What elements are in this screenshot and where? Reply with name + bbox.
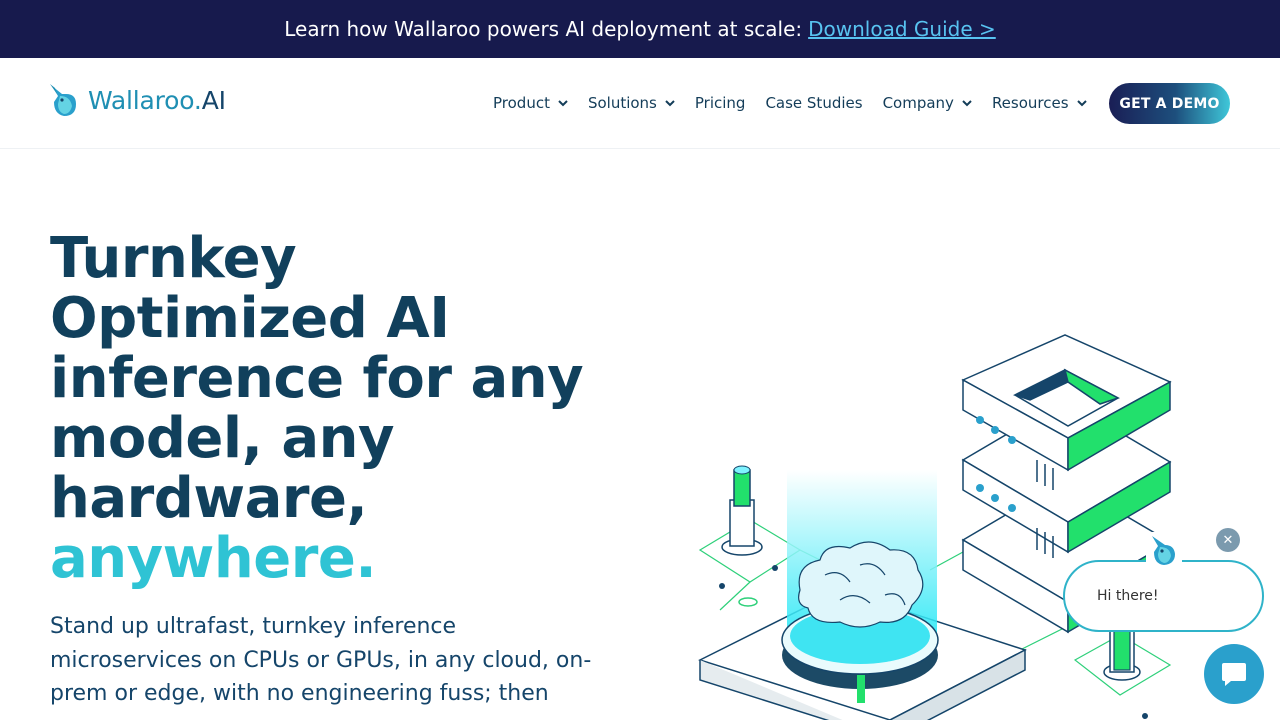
nav-item-label: Company bbox=[882, 94, 954, 112]
nav-item-company[interactable]: Company bbox=[883, 94, 972, 112]
nav-item-solutions[interactable]: Solutions bbox=[588, 94, 675, 112]
chat-close-button[interactable]: ✕ bbox=[1216, 528, 1240, 552]
nav-item-label: Pricing bbox=[694, 94, 746, 112]
hero-title-line: Optimized AI bbox=[50, 286, 450, 351]
main-nav: Product Solutions Pricing Case Studies C… bbox=[493, 58, 1107, 148]
site-header: Wallaroo.AI Product Solutions Pricing Ca… bbox=[0, 58, 1280, 149]
hero-title-line: hardware, bbox=[50, 466, 368, 531]
nav-item-pricing[interactable]: Pricing bbox=[695, 94, 746, 112]
hero-title-line: Turnkey bbox=[50, 226, 297, 291]
hero-subtitle: Stand up ultrafast, turnkey inference mi… bbox=[50, 614, 592, 706]
kangaroo-mascot-icon bbox=[1146, 532, 1182, 568]
close-icon: ✕ bbox=[1222, 532, 1234, 548]
hero-title: Turnkey Optimized AI inference for any m… bbox=[50, 229, 650, 589]
chat-greeting-text: Hi there! bbox=[1097, 588, 1159, 604]
nav-item-label: Product bbox=[493, 94, 550, 112]
chevron-down-icon bbox=[558, 100, 568, 107]
announcement-banner: Learn how Wallaroo powers AI deployment … bbox=[0, 0, 1280, 58]
logo[interactable]: Wallaroo.AI bbox=[48, 80, 226, 120]
hero-title-accent: anywhere. bbox=[50, 526, 377, 591]
get-a-demo-button[interactable]: GET A DEMO bbox=[1109, 83, 1230, 124]
chat-greeting-bubble[interactable]: Hi there! bbox=[1063, 560, 1264, 632]
chevron-down-icon bbox=[962, 100, 972, 107]
chevron-down-icon bbox=[665, 100, 675, 107]
nav-item-label: Case Studies bbox=[765, 94, 863, 112]
nav-item-case-studies[interactable]: Case Studies bbox=[765, 94, 862, 112]
logo-text: Wallaroo.AI bbox=[88, 85, 226, 115]
nav-item-product[interactable]: Product bbox=[493, 94, 568, 112]
hero-title-line: model, any bbox=[50, 406, 395, 471]
hero-title-line: inference for any bbox=[50, 346, 584, 411]
nav-item-resources[interactable]: Resources bbox=[992, 94, 1087, 112]
chat-launcher-button[interactable] bbox=[1204, 644, 1264, 704]
nav-item-label: Resources bbox=[991, 94, 1069, 112]
chat-bubble-icon bbox=[1222, 663, 1246, 686]
download-guide-link[interactable]: Download Guide > bbox=[808, 17, 996, 41]
chevron-down-icon bbox=[1076, 100, 1087, 107]
nav-item-label: Solutions bbox=[587, 94, 657, 112]
kangaroo-logo-icon bbox=[50, 84, 76, 116]
server-brain-illustration-icon bbox=[698, 334, 1172, 720]
banner-text: Learn how Wallaroo powers AI deployment … bbox=[284, 17, 803, 41]
